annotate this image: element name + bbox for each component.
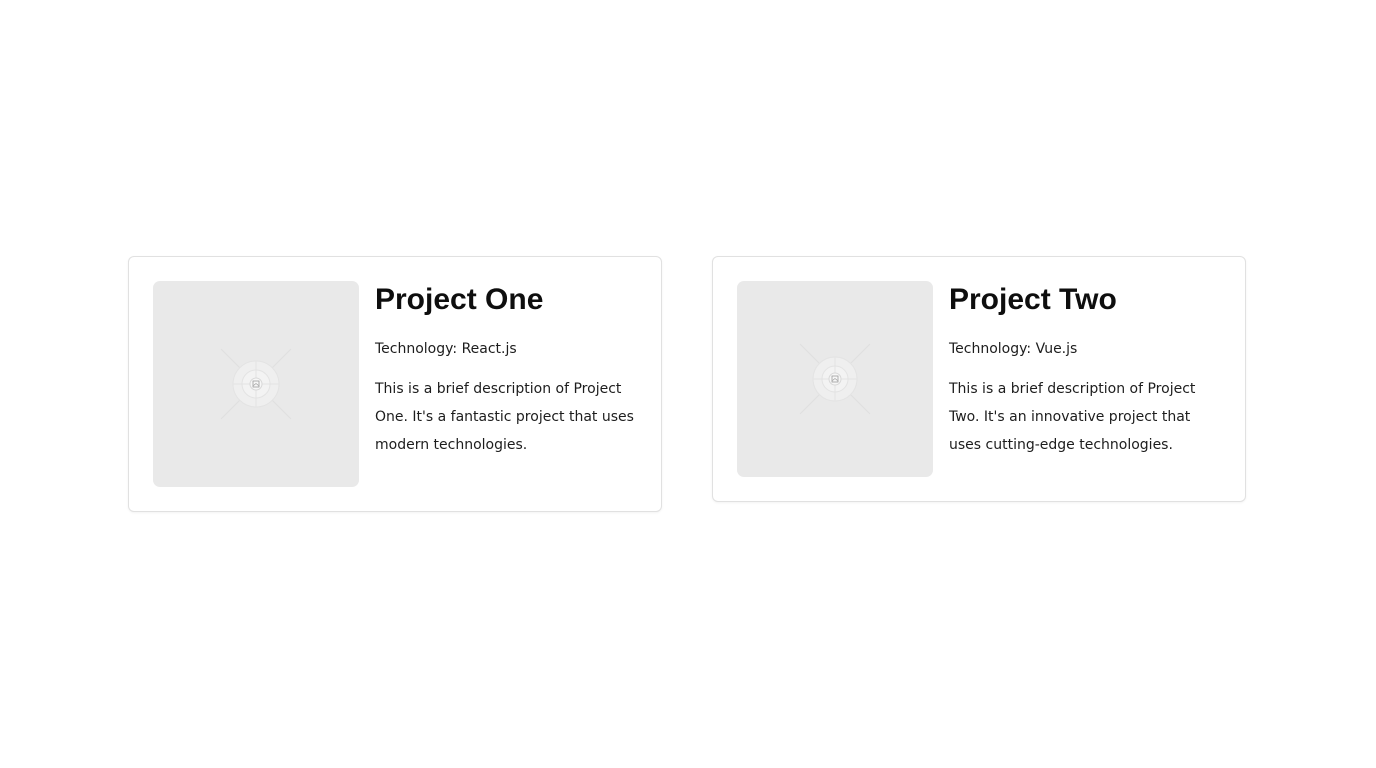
- project-technology: Technology: Vue.js: [949, 341, 1078, 357]
- project-description: This is a brief description of Project T…: [949, 381, 1196, 453]
- image-placeholder-icon: [799, 343, 871, 415]
- project-grid: Project One Technology: React.js This is…: [0, 0, 1376, 768]
- project-card-one[interactable]: Project One Technology: React.js This is…: [128, 256, 662, 512]
- project-details: Project One Technology: React.js This is…: [375, 281, 641, 459]
- project-card-two[interactable]: Project Two Technology: Vue.js This is a…: [712, 256, 1246, 502]
- project-title: Project One: [375, 283, 544, 316]
- project-image: [737, 281, 933, 477]
- project-title: Project Two: [949, 283, 1117, 316]
- project-details: Project Two Technology: Vue.js This is a…: [949, 281, 1225, 459]
- project-technology: Technology: React.js: [375, 341, 517, 357]
- project-image: [153, 281, 359, 487]
- project-description: This is a brief description of Project O…: [375, 381, 634, 453]
- image-placeholder-icon: [220, 348, 292, 420]
